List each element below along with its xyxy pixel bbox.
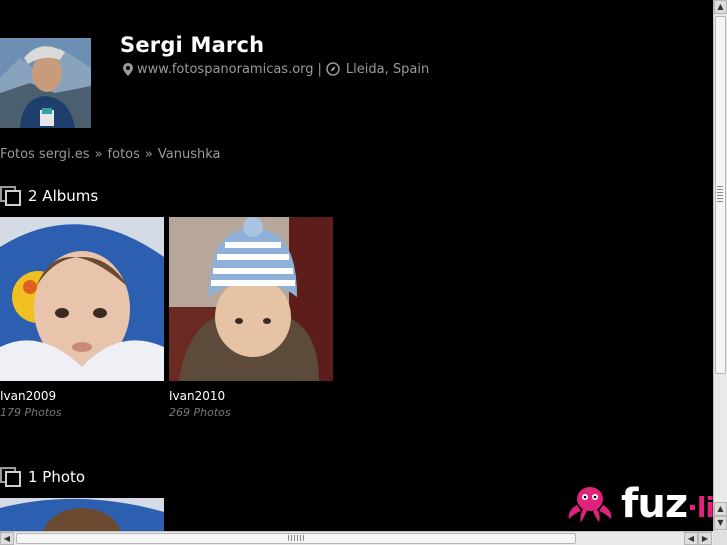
scrollbar-corner [713, 531, 727, 545]
scroll-left-button-right[interactable]: ◀ [684, 532, 698, 545]
vertical-scrollbar[interactable]: ▲ ▲ ▼ [713, 0, 727, 531]
logo-brand: fuz [621, 481, 688, 527]
breadcrumb-arrow: » [144, 147, 153, 162]
horizontal-scroll-grip [288, 535, 304, 541]
album-title-ivan2009[interactable]: Ivan2009 [0, 389, 56, 403]
profile-website-link[interactable]: www.fotospanoramicas.org [137, 62, 314, 77]
photos-section-title: 1 Photo [28, 468, 86, 486]
album-thumbnail-ivan2009[interactable] [0, 217, 164, 381]
scroll-right-button[interactable]: ▶ [698, 532, 712, 545]
avatar[interactable] [0, 38, 91, 128]
page-viewport: Sergi March www.fotospanoramicas.org | L… [0, 0, 713, 531]
photos-section-heading: 1 Photo [0, 467, 85, 487]
vertical-scroll-grip [717, 186, 723, 202]
profile-location: Lleida, Spain [345, 61, 430, 77]
logo-text: fuz·li [621, 484, 713, 524]
scroll-down-button[interactable]: ▼ [714, 516, 727, 530]
scroll-left-button[interactable]: ◀ [0, 532, 14, 545]
album-count-ivan2009: 179 Photos [0, 406, 62, 419]
profile-meta: www.fotospanoramicas.org | Lleida, Spain [121, 61, 429, 77]
album-count-ivan2010: 269 Photos [169, 406, 231, 419]
octopus-icon [568, 487, 612, 522]
meta-separator: | [317, 61, 322, 77]
horizontal-scrollbar[interactable]: ◀ ◀ ▶ [0, 531, 713, 545]
album-stack-icon [0, 186, 22, 206]
profile-name: Sergi March [120, 33, 265, 57]
scroll-up-button[interactable]: ▲ [714, 0, 727, 14]
logo-suffix: li [696, 491, 713, 524]
album-title-ivan2010[interactable]: Ivan2010 [169, 389, 225, 403]
albums-section-title: 2 Albums [28, 187, 99, 205]
photo-thumbnail[interactable] [0, 498, 164, 531]
scroll-up-button-lower[interactable]: ▲ [714, 502, 727, 516]
breadcrumb-arrow: » [94, 147, 103, 162]
breadcrumb-item-fotos[interactable]: fotos [108, 147, 140, 162]
logo-dot: · [687, 491, 698, 524]
breadcrumb-item-home[interactable]: Fotos sergi.es [0, 147, 90, 162]
map-marker-icon [121, 61, 135, 77]
album-stack-icon [0, 467, 22, 487]
albums-section-heading: 2 Albums [0, 186, 98, 206]
compass-icon [326, 61, 340, 77]
breadcrumb: Fotos sergi.es » fotos » Vanushka [0, 147, 220, 162]
breadcrumb-item-current: Vanushka [157, 147, 221, 162]
album-thumbnail-ivan2010[interactable] [169, 217, 333, 381]
fuzli-logo[interactable]: fuz·li [565, 484, 713, 524]
